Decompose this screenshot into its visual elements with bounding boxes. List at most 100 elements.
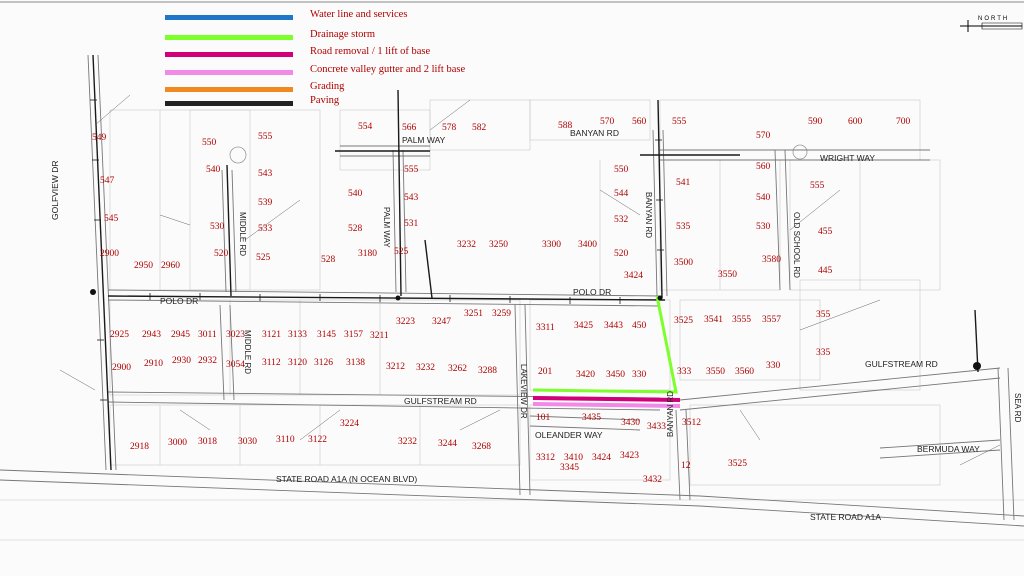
road-removal-line [532,396,681,402]
lot-number: 3525 [674,316,693,326]
lot-number: 3011 [198,330,217,340]
lot-number: 555 [672,117,687,127]
lot-number: 3435 [582,413,601,423]
legend-swatch [165,52,293,57]
lot-number: 3268 [472,442,491,452]
lot-number: 201 [538,367,553,377]
lot-number: 3110 [276,435,295,445]
legend-swatch [165,87,293,92]
lot-number: 2900 [100,249,119,259]
legend-label: Drainage storm [310,29,376,40]
lot-number: 2945 [171,330,190,340]
lot-number: 2910 [144,359,163,369]
lot-number: 578 [442,123,457,133]
lot-number: 2900 [112,363,131,373]
lot-number: 450 [632,321,647,331]
legend-swatch [165,35,293,40]
street-palm-way-v: PALM WAY [382,207,391,248]
lot-number: 549 [92,133,107,143]
lot-number: 355 [816,310,831,320]
lot-number: 2930 [172,356,191,366]
lot-number: 540 [756,193,771,203]
lot-number: 333 [677,367,692,377]
site-map: GOLFVIEW DR PALM WAY PALM WAY MIDDLE RD … [0,0,1024,576]
lot-number: 3312 [536,453,555,463]
legend-label: Water line and services [310,9,408,20]
north-label: NORTH [978,16,1010,22]
legend-label: Road removal / 1 lift of base [310,46,431,57]
lot-number: 550 [202,138,217,148]
street-polo-left: POLO DR [160,296,198,306]
lot-number: 2932 [198,356,217,366]
lot-number: 700 [896,117,911,127]
lot-number: 3232 [416,363,435,373]
lot-number: 582 [472,123,487,133]
lot-number: 560 [632,117,647,127]
lot-number: 3425 [574,321,593,331]
street-gulfstream-right: GULFSTREAM RD [865,359,938,369]
lot-number: 540 [206,165,221,175]
street-gulfstream-left: GULFSTREAM RD [404,396,477,406]
lot-number: 550 [614,165,629,175]
street-wright: WRIGHT WAY [820,153,875,163]
lot-number: 3433 [647,422,666,432]
street-a1a-left: STATE ROAD A1A (N OCEAN BLVD) [276,474,417,484]
lot-number: 3120 [288,358,307,368]
lot-number: 539 [258,198,273,208]
lot-number: 3157 [344,330,363,340]
legend-swatch [165,15,293,20]
lot-number: 528 [348,224,363,234]
street-banyan-top: BANYAN RD [570,128,619,138]
lot-number: 3018 [198,437,217,447]
lot-number: 588 [558,121,573,131]
lot-number: 590 [808,117,823,127]
lot-number: 3054 [226,360,245,370]
street-sea: SEA RD [1013,393,1022,423]
parcel-lines [0,99,1024,541]
lot-number: 535 [676,222,691,232]
legend-label: Grading [310,81,345,92]
lot-number: 3550 [718,270,737,280]
lot-number: 543 [404,193,419,203]
legend-label: Concrete valley gutter and 2 lift base [310,64,466,75]
lot-number: 3023 [226,330,245,340]
lot-number: 543 [258,169,273,179]
valley-gutter-line [532,402,681,408]
lot-number: 3512 [682,418,701,428]
street-bermuda: BERMUDA WAY [917,444,980,454]
lot-number: 528 [321,255,336,265]
lot-number: 3121 [262,330,281,340]
legend-swatch [165,101,293,106]
street-palm-way-top: PALM WAY [402,135,446,145]
lot-number: 555 [404,165,419,175]
lot-number: 455 [818,227,833,237]
lot-number: 2925 [110,330,129,340]
lot-number: 3180 [358,249,377,259]
map-drawing: GOLFVIEW DR PALM WAY PALM WAY MIDDLE RD … [0,1,1024,541]
street-polo-right: POLO DR [573,287,611,297]
street-banyan-bottom: BANYAN RD [666,391,675,437]
lot-number: 3557 [762,315,781,325]
street-old-school: OLD SCHOOL RD [792,212,801,278]
lot-number: 3550 [706,367,725,377]
lot-number: 3232 [457,240,476,250]
lot-number: 555 [258,132,273,142]
paving-ticks [90,99,664,401]
lot-number: 3432 [643,475,662,485]
lot-number: 3133 [288,330,307,340]
lot-number: 3112 [262,358,281,368]
lot-number: 12 [681,461,691,471]
legend-label: Paving [310,95,340,106]
lot-number: 3030 [238,437,257,447]
lot-number: 330 [766,361,781,371]
street-a1a-right: STATE ROAD A1A [810,512,881,522]
lot-number: 3410 [564,453,583,463]
lot-number: 3420 [576,370,595,380]
drainage-storm-line [532,295,678,394]
lot-number: 532 [614,215,629,225]
lot-number: 3250 [489,240,508,250]
lot-number: 3424 [624,271,643,281]
lot-number: 2943 [142,330,161,340]
street-banyan-v: BANYAN RD [644,192,653,238]
lot-number: 541 [676,178,691,188]
